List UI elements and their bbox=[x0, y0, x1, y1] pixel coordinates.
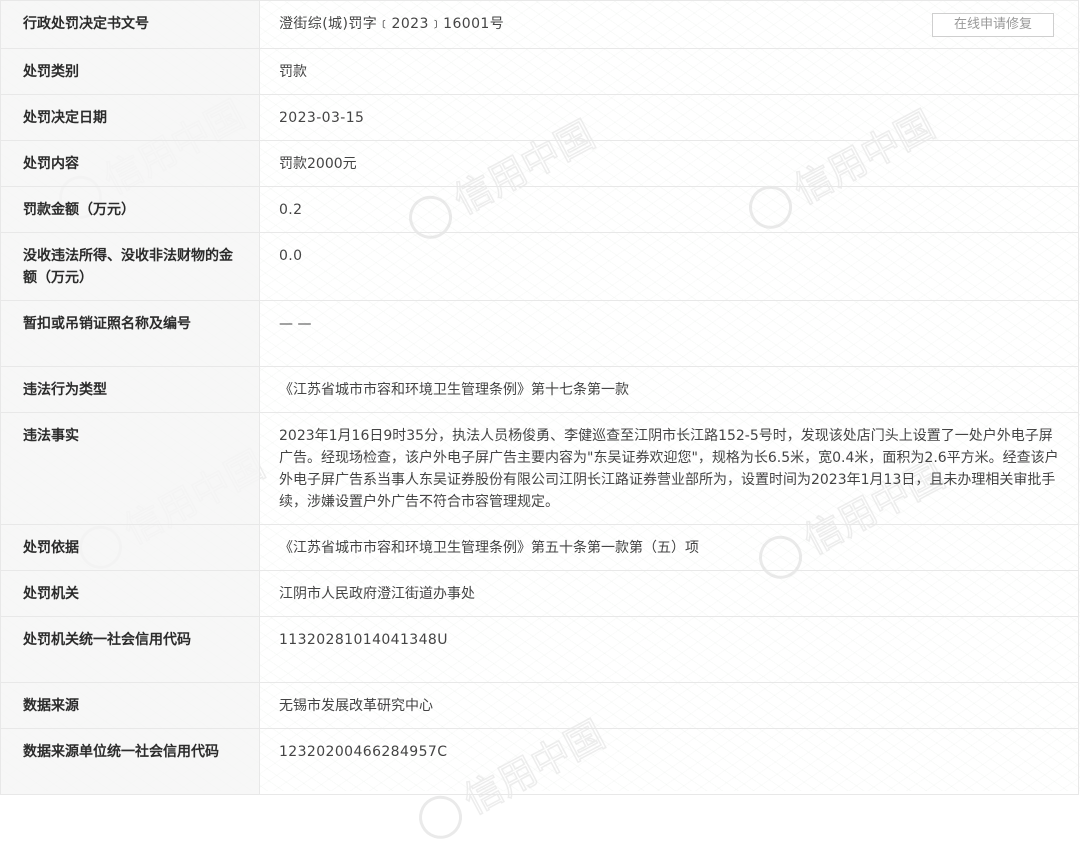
row-value: — — bbox=[259, 300, 1079, 367]
online-repair-button[interactable]: 在线申请修复 bbox=[932, 13, 1054, 37]
row-label: 暂扣或吊销证照名称及编号 bbox=[0, 300, 260, 367]
table-row: 处罚机关统一社会信用代码 11320281014041348U bbox=[0, 616, 1079, 683]
row-value: 无锡市发展改革研究中心 bbox=[259, 682, 1079, 729]
row-label: 处罚机关 bbox=[0, 570, 260, 617]
table-row: 处罚机关 江阴市人民政府澄江街道办事处 bbox=[0, 570, 1079, 617]
table-row: 处罚类别 罚款 bbox=[0, 48, 1079, 95]
row-value: 江阴市人民政府澄江街道办事处 bbox=[259, 570, 1079, 617]
table-row: 数据来源单位统一社会信用代码 12320200466284957C bbox=[0, 728, 1079, 795]
penalty-info-table: 行政处罚决定书文号 澄街综(城)罚字﹝2023﹞16001号 在线申请修复 处罚… bbox=[0, 0, 1079, 795]
row-value: 0.2 bbox=[259, 186, 1079, 233]
decision-number-value: 澄街综(城)罚字﹝2023﹞16001号 bbox=[279, 16, 505, 32]
table-row: 处罚依据 《江苏省城市市容和环境卫生管理条例》第五十条第一款第（五）项 bbox=[0, 524, 1079, 571]
table-row: 暂扣或吊销证照名称及编号 — — bbox=[0, 300, 1079, 367]
row-value: 2023-03-15 bbox=[259, 94, 1079, 141]
row-value: 《江苏省城市市容和环境卫生管理条例》第十七条第一款 bbox=[259, 366, 1079, 413]
row-value: 《江苏省城市市容和环境卫生管理条例》第五十条第一款第（五）项 bbox=[259, 524, 1079, 571]
table-row: 违法行为类型 《江苏省城市市容和环境卫生管理条例》第十七条第一款 bbox=[0, 366, 1079, 413]
row-label: 处罚依据 bbox=[0, 524, 260, 571]
row-label: 处罚内容 bbox=[0, 140, 260, 187]
table-row: 处罚决定日期 2023-03-15 bbox=[0, 94, 1079, 141]
row-label: 数据来源单位统一社会信用代码 bbox=[0, 728, 260, 795]
table-row: 违法事实 2023年1月16日9时35分，执法人员杨俊勇、李健巡查至江阴市长江路… bbox=[0, 412, 1079, 525]
row-label: 处罚决定日期 bbox=[0, 94, 260, 141]
row-label: 处罚机关统一社会信用代码 bbox=[0, 616, 260, 683]
row-label: 没收违法所得、没收非法财物的金额（万元） bbox=[0, 232, 260, 301]
row-value: 罚款 bbox=[259, 48, 1079, 95]
row-label: 处罚类别 bbox=[0, 48, 260, 95]
row-label: 违法事实 bbox=[0, 412, 260, 525]
row-value: 11320281014041348U bbox=[259, 616, 1079, 683]
table-row: 行政处罚决定书文号 澄街综(城)罚字﹝2023﹞16001号 在线申请修复 bbox=[0, 0, 1079, 49]
table-row: 处罚内容 罚款2000元 bbox=[0, 140, 1079, 187]
table-row: 罚款金额（万元） 0.2 bbox=[0, 186, 1079, 233]
row-value: 0.0 bbox=[259, 232, 1079, 301]
row-value: 罚款2000元 bbox=[259, 140, 1079, 187]
row-label: 违法行为类型 bbox=[0, 366, 260, 413]
row-label: 数据来源 bbox=[0, 682, 260, 729]
row-value: 12320200466284957C bbox=[259, 728, 1079, 795]
table-row: 没收违法所得、没收非法财物的金额（万元） 0.0 bbox=[0, 232, 1079, 301]
row-value-cell: 澄街综(城)罚字﹝2023﹞16001号 在线申请修复 bbox=[259, 0, 1079, 49]
row-value: 2023年1月16日9时35分，执法人员杨俊勇、李健巡查至江阴市长江路152-5… bbox=[259, 412, 1079, 525]
row-label: 罚款金额（万元） bbox=[0, 186, 260, 233]
table-row: 数据来源 无锡市发展改革研究中心 bbox=[0, 682, 1079, 729]
row-label: 行政处罚决定书文号 bbox=[0, 0, 260, 49]
